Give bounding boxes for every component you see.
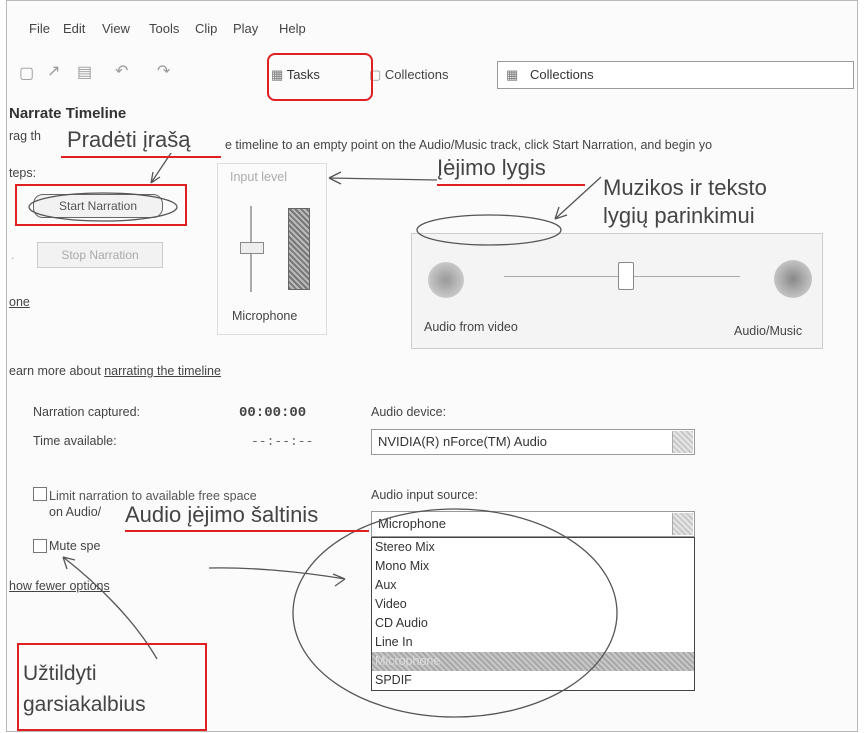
annotation-muzikos-line1: Muzikos ir teksto <box>603 175 767 200</box>
iejimo-lygis-underline <box>437 184 585 186</box>
annotation-muzikos-line2: lygių parinkimui <box>603 203 755 228</box>
pradeti-underline <box>61 156 221 158</box>
mute-annotation-box <box>17 643 207 731</box>
annotation-uztildyti-line2: garsiakalbius <box>23 693 146 716</box>
annotation-uztildyti-line1: Užtildyti <box>23 662 97 685</box>
input-options-arrow <box>208 567 346 587</box>
input-options-ellipse <box>292 508 618 718</box>
audio-saltinis-underline <box>125 530 369 532</box>
audio-levels-ellipse <box>416 214 562 246</box>
input-level-arrow <box>328 171 438 185</box>
tasks-highlight-box <box>267 53 373 101</box>
annotation-overlay <box>28 140 618 718</box>
start-narration-highlight-box <box>15 184 187 226</box>
app-window: File Edit View Tools Clip Play Help ▢ ↗ … <box>6 0 858 732</box>
annotation-iejimo-lygis: Įėjimo lygis <box>437 155 546 181</box>
annotation-audio-saltinis: Audio įėjimo šaltinis <box>125 502 319 528</box>
annotation-pradeti: Pradėti įrašą <box>67 127 191 153</box>
